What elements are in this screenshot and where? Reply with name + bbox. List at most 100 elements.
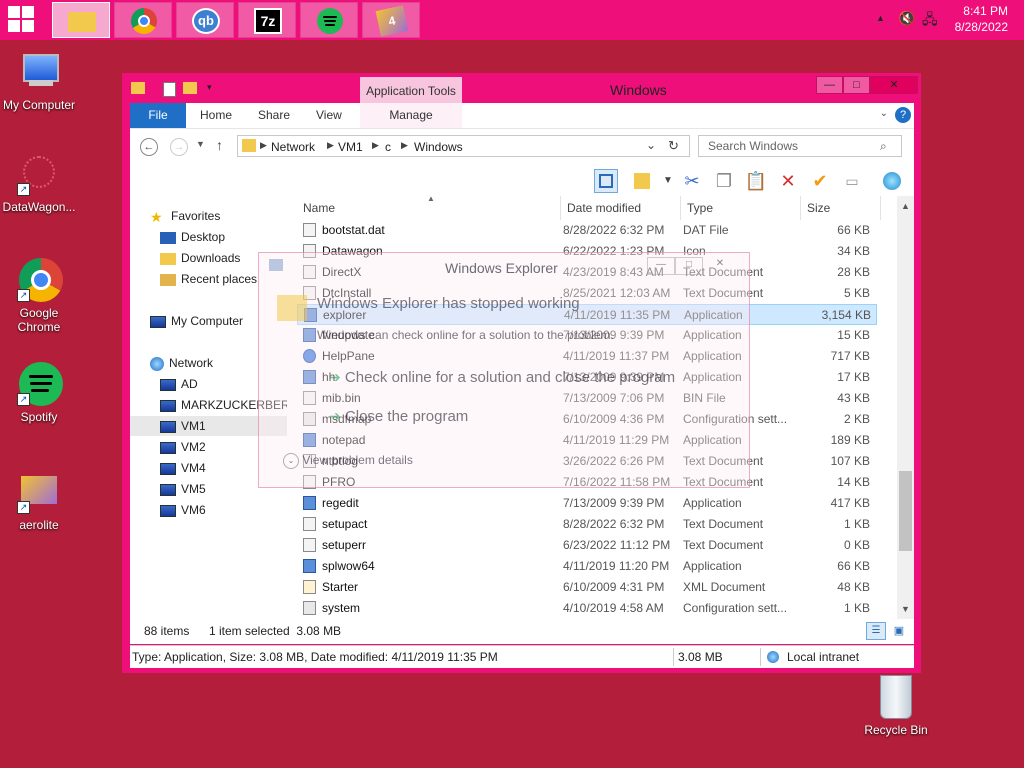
- nav-recent-places[interactable]: Recent places: [160, 269, 257, 289]
- properties-icon[interactable]: [163, 82, 176, 97]
- copy-icon[interactable]: ❐: [712, 169, 736, 193]
- help-icon[interactable]: ?: [895, 107, 911, 123]
- large-icons-view-icon[interactable]: ▣: [890, 622, 908, 640]
- title-bar[interactable]: ▾ Application Tools Windows — □ ✕: [122, 73, 921, 103]
- dialog-maximize-button[interactable]: □: [675, 257, 703, 275]
- customize-toolbar-icon[interactable]: ▾: [207, 82, 212, 93]
- close-program-button[interactable]: ➔ Close the program: [329, 408, 468, 425]
- nav-vm5[interactable]: VM5: [160, 479, 206, 499]
- tab-view[interactable]: View: [316, 103, 342, 128]
- close-button[interactable]: ✕: [870, 76, 918, 94]
- start-button[interactable]: [8, 6, 38, 34]
- file-row-splwow64[interactable]: splwow64 4/11/2019 11:20 PM Application 66 …: [297, 556, 877, 577]
- desktop-icon-google-chrome[interactable]: ↗ Google Chrome: [0, 258, 79, 334]
- clock[interactable]: 8:41 PM 8/28/2022: [955, 3, 1008, 35]
- nav-ad[interactable]: AD: [160, 374, 198, 394]
- rename-icon[interactable]: ▭: [840, 169, 864, 193]
- up-icon[interactable]: ↑: [216, 137, 223, 153]
- address-dropdown-icon[interactable]: ⌄: [646, 138, 656, 152]
- breadcrumb-c[interactable]: c: [385, 140, 391, 154]
- file-size: 3,154 KB: [821, 308, 871, 322]
- view-problem-details-button[interactable]: ⌄ View problem details: [283, 453, 413, 469]
- dialog-close-button[interactable]: ✕: [707, 257, 733, 273]
- taskbar-chrome[interactable]: [114, 2, 172, 38]
- tab-file[interactable]: File: [130, 103, 186, 128]
- column-size[interactable]: Size: [801, 196, 881, 220]
- taskbar-aerolite[interactable]: 4: [362, 2, 420, 38]
- paste-icon[interactable]: 📋: [744, 169, 768, 193]
- dialog-minimize-button[interactable]: —: [647, 257, 675, 275]
- aerolite-icon: ↗: [17, 470, 61, 514]
- volume-muted-icon[interactable]: 🔇: [898, 10, 915, 27]
- file-date: 6/23/2022 11:12 PM: [563, 538, 671, 552]
- address-field[interactable]: ▶ Network ▶ VM1 ▶ c ▶ Windows ⌄ ↻: [237, 135, 690, 157]
- nav-network[interactable]: Network: [150, 353, 213, 373]
- network-icon: [150, 356, 164, 371]
- file-row-bootstat-dat[interactable]: bootstat.dat 8/28/2022 6:32 PM DAT File 66 …: [297, 220, 877, 241]
- nav-my-computer[interactable]: My Computer: [150, 311, 243, 331]
- file-row-starter[interactable]: Starter 6/10/2009 4:31 PM XML Document 48 K…: [297, 577, 877, 598]
- tab-share[interactable]: Share: [258, 103, 290, 128]
- check-online-button[interactable]: ➔ Check online for a solution and close …: [329, 369, 675, 386]
- new-folder-icon[interactable]: [183, 82, 197, 94]
- expand-ribbon-icon[interactable]: ⌄: [880, 108, 888, 119]
- details-view-icon[interactable]: ☰: [866, 622, 886, 640]
- breadcrumb-network[interactable]: Network: [271, 140, 315, 154]
- tab-home[interactable]: Home: [200, 103, 232, 128]
- taskbar-7zip[interactable]: 7z: [238, 2, 296, 38]
- nav-downloads[interactable]: Downloads: [160, 248, 240, 268]
- network-icon[interactable]: 🖧: [922, 9, 938, 33]
- tab-manage[interactable]: Manage: [360, 103, 462, 128]
- scroll-down-icon[interactable]: ▼: [897, 601, 914, 618]
- scroll-thumb[interactable]: [899, 471, 912, 551]
- nav-vm6[interactable]: VM6: [160, 500, 206, 520]
- column-type[interactable]: Type: [681, 196, 801, 220]
- forward-button[interactable]: →: [170, 138, 188, 156]
- nav-desktop[interactable]: Desktop: [160, 227, 225, 247]
- apply-icon[interactable]: ✔: [808, 169, 832, 193]
- nav-label: My Computer: [171, 314, 244, 328]
- minimize-button[interactable]: —: [816, 76, 843, 94]
- downloads-icon: [160, 252, 176, 265]
- taskbar-file-explorer[interactable]: [52, 2, 110, 38]
- properties-icon[interactable]: [630, 169, 654, 193]
- maximize-button[interactable]: □: [843, 76, 870, 94]
- shell-icon[interactable]: [880, 169, 904, 193]
- file-row-regedit[interactable]: regedit 7/13/2009 9:39 PM Application 417 K…: [297, 493, 877, 514]
- file-row-setuperr[interactable]: setuperr 6/23/2022 11:12 PM Text Document 0…: [297, 535, 877, 556]
- breadcrumb-vm1[interactable]: VM1: [338, 140, 363, 154]
- scroll-up-icon[interactable]: ▲: [897, 198, 914, 215]
- file-row-setupact[interactable]: setupact 8/28/2022 6:32 PM Text Document 1 …: [297, 514, 877, 535]
- desktop-icon-my-computer[interactable]: My Computer: [0, 50, 79, 112]
- breadcrumb-windows[interactable]: Windows: [414, 140, 463, 154]
- details-status-bar: Type: Application, Size: 3.08 MB, Date m…: [130, 645, 914, 668]
- cut-icon[interactable]: ✂: [680, 169, 704, 193]
- column-name[interactable]: Name: [297, 196, 561, 220]
- delete-icon[interactable]: ✕: [776, 169, 800, 193]
- nav-favorites[interactable]: ★ Favorites: [150, 206, 220, 226]
- file-size: 189 KB: [830, 433, 870, 447]
- refresh-icon[interactable]: ↻: [668, 138, 679, 154]
- desktop-icon-datawagon[interactable]: ↗ DataWagon...: [0, 152, 79, 214]
- clock-date: 8/28/2022: [954, 20, 1008, 34]
- search-icon[interactable]: ⌕: [880, 139, 887, 154]
- tray-overflow-icon[interactable]: ▲: [876, 13, 885, 23]
- search-input[interactable]: Search Windows: [698, 135, 902, 157]
- taskbar-spotify[interactable]: [300, 2, 358, 38]
- desktop-icon-aerolite[interactable]: ↗ aerolite: [0, 470, 79, 532]
- file-row-system[interactable]: system 4/10/2019 4:58 AM Configuration set…: [297, 598, 877, 619]
- status-strip: 88 items 1 item selected 3.08 MB ☰ ▣: [130, 619, 914, 644]
- back-button[interactable]: ←: [140, 138, 158, 156]
- desktop-icon-recycle-bin[interactable]: Recycle Bin: [860, 673, 932, 737]
- nav-vm4[interactable]: VM4: [160, 458, 206, 478]
- taskbar-qbittorrent[interactable]: qb: [176, 2, 234, 38]
- column-date-modified[interactable]: Date modified: [561, 196, 681, 220]
- folder-icon[interactable]: [131, 82, 145, 94]
- nav-vm2[interactable]: VM2: [160, 437, 206, 457]
- vertical-scrollbar[interactable]: ▲ ▼: [897, 196, 914, 619]
- recent-locations-icon[interactable]: ▼: [196, 139, 205, 149]
- view-dropdown-icon[interactable]: ▼: [656, 169, 680, 193]
- desktop-icon-spotify[interactable]: ↗ Spotify: [0, 362, 79, 424]
- details-size: 3.08 MB: [678, 650, 723, 664]
- preview-pane-icon[interactable]: [594, 169, 618, 193]
